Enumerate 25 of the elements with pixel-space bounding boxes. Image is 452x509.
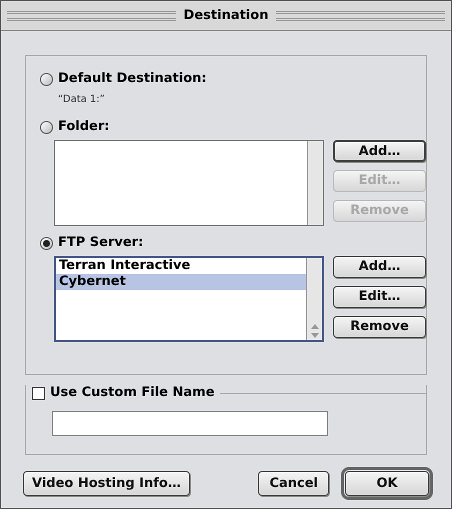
dialog-button[interactable]: Video Hosting Info… <box>23 471 190 496</box>
dialog-button[interactable]: Cancel <box>258 471 329 496</box>
dialog-button[interactable]: Add… <box>333 140 426 162</box>
option-label[interactable]: Folder: <box>58 117 110 137</box>
option-label[interactable]: FTP Server: <box>58 233 144 253</box>
checkbox[interactable] <box>32 386 45 400</box>
option-label[interactable]: Default Destination: <box>58 69 207 89</box>
radio-button[interactable] <box>40 72 53 86</box>
scroll-down-icon[interactable] <box>310 333 318 338</box>
list-box[interactable]: Terran Interactive Cybernet <box>54 256 324 342</box>
list-box[interactable] <box>54 140 324 226</box>
list-item[interactable]: Cybernet <box>56 274 306 290</box>
list-item[interactable]: Terran Interactive <box>56 258 306 274</box>
dialog-button[interactable]: Remove <box>333 316 426 338</box>
file-name-field[interactable] <box>52 411 328 436</box>
radio-button[interactable] <box>40 236 53 250</box>
window-title: Destination <box>182 6 270 25</box>
dialog-button[interactable]: Edit… <box>333 286 426 308</box>
destination-path: “Data 1:” <box>57 93 106 107</box>
scroll-up-icon[interactable] <box>310 324 318 329</box>
scrollbar[interactable] <box>306 258 322 340</box>
radio-button[interactable] <box>40 120 53 134</box>
dialog-button[interactable]: Add… <box>333 256 426 278</box>
scrollbar[interactable] <box>307 141 323 225</box>
checkbox-label[interactable]: Use Custom File Name <box>50 383 215 403</box>
